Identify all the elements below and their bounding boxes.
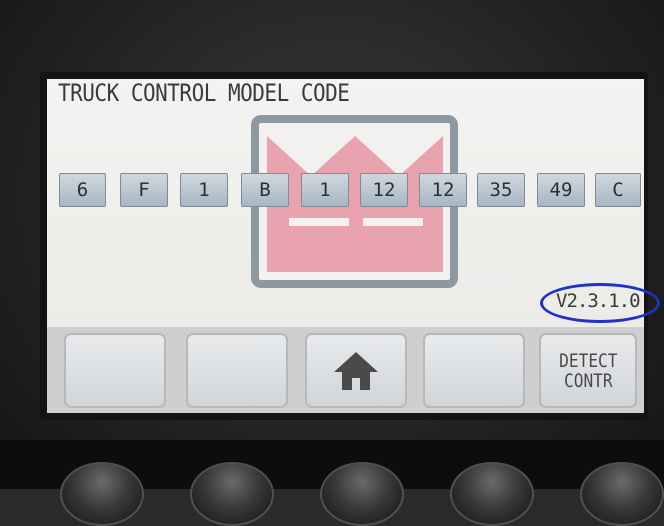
code-digit-7: 12 (419, 173, 467, 207)
hardware-knob-2[interactable] (190, 462, 274, 526)
softkey-4-button[interactable] (423, 333, 525, 408)
crown-notch-left (289, 218, 349, 226)
softkey-1-button[interactable] (64, 333, 166, 408)
softkey-2-button[interactable] (186, 333, 288, 408)
home-icon (334, 351, 378, 390)
code-digit-6: 12 (360, 173, 408, 207)
code-digit-4: B (241, 173, 289, 207)
hardware-knob-4[interactable] (450, 462, 534, 526)
code-digit-3: 1 (180, 173, 228, 207)
version-highlight-ring (540, 283, 660, 323)
code-digit-1: 6 (59, 173, 106, 207)
code-digit-5: 1 (301, 173, 349, 207)
crown-logo (267, 136, 443, 272)
detect-line-2: CONTR (563, 369, 613, 392)
page-title: TRUCK CONTROL MODEL CODE (58, 79, 350, 107)
home-button[interactable] (305, 333, 407, 408)
hardware-knob-3[interactable] (320, 462, 404, 526)
detect-controller-label: DETECT CONTR (559, 351, 617, 391)
crown-shape (267, 136, 443, 272)
hardware-knob-1[interactable] (60, 462, 144, 526)
code-digit-9: 49 (537, 173, 585, 207)
code-digit-8: 35 (477, 173, 525, 207)
code-digit-10: C (595, 173, 641, 207)
detect-controller-button[interactable]: DETECT CONTR (539, 333, 637, 408)
detect-line-1: DETECT (558, 349, 618, 372)
crown-notch-right (363, 218, 423, 226)
code-digit-2: F (120, 173, 168, 207)
hardware-knob-5[interactable] (580, 462, 664, 526)
